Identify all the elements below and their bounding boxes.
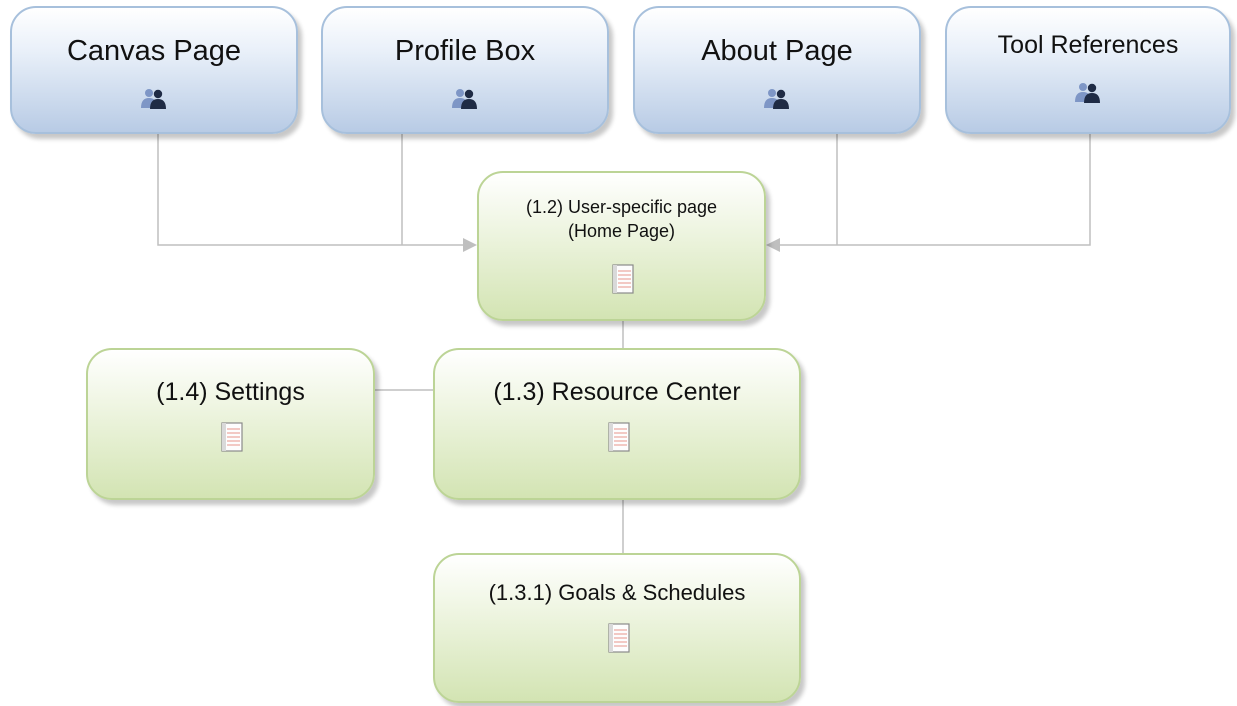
users-icon <box>764 89 789 109</box>
notebook-icon <box>612 264 634 294</box>
users-icon <box>452 89 477 109</box>
node-about-page[interactable]: About Page <box>633 6 921 134</box>
node-tool-references[interactable]: Tool References <box>945 6 1231 134</box>
users-icon <box>1075 83 1100 103</box>
node-user-specific-page[interactable]: (1.2) User-specific page (Home Page) <box>477 171 766 321</box>
node-goals-schedules-label: (1.3.1) Goals & Schedules <box>488 580 746 605</box>
notebook-icon <box>608 623 630 653</box>
notebook-icon <box>221 422 243 452</box>
node-profile-box[interactable]: Profile Box <box>321 6 609 134</box>
node-settings-label: (1.4) Settings <box>156 378 305 406</box>
notebook-icon <box>608 422 630 452</box>
node-resource-center[interactable]: (1.3) Resource Center <box>433 348 801 500</box>
node-about-page-label: About Page <box>701 35 853 67</box>
connector-canvas-to-home <box>157 133 468 246</box>
connector-tools-to-home <box>776 133 1091 246</box>
node-user-specific-page-line2: (Home Page) <box>567 221 676 241</box>
node-settings[interactable]: (1.4) Settings <box>86 348 375 500</box>
node-tool-references-label: Tool References <box>997 31 1179 59</box>
arrowhead-left-into-home <box>463 238 477 252</box>
node-profile-box-label: Profile Box <box>394 35 536 67</box>
node-resource-center-label: (1.3) Resource Center <box>493 378 741 406</box>
node-canvas-page[interactable]: Canvas Page <box>10 6 298 134</box>
node-user-specific-page-line1: (1.2) User-specific page <box>525 197 718 217</box>
node-goals-schedules[interactable]: (1.3.1) Goals & Schedules <box>433 553 801 703</box>
node-canvas-page-label: Canvas Page <box>66 35 242 67</box>
users-icon <box>141 89 166 109</box>
arrowhead-right-into-home <box>766 238 780 252</box>
